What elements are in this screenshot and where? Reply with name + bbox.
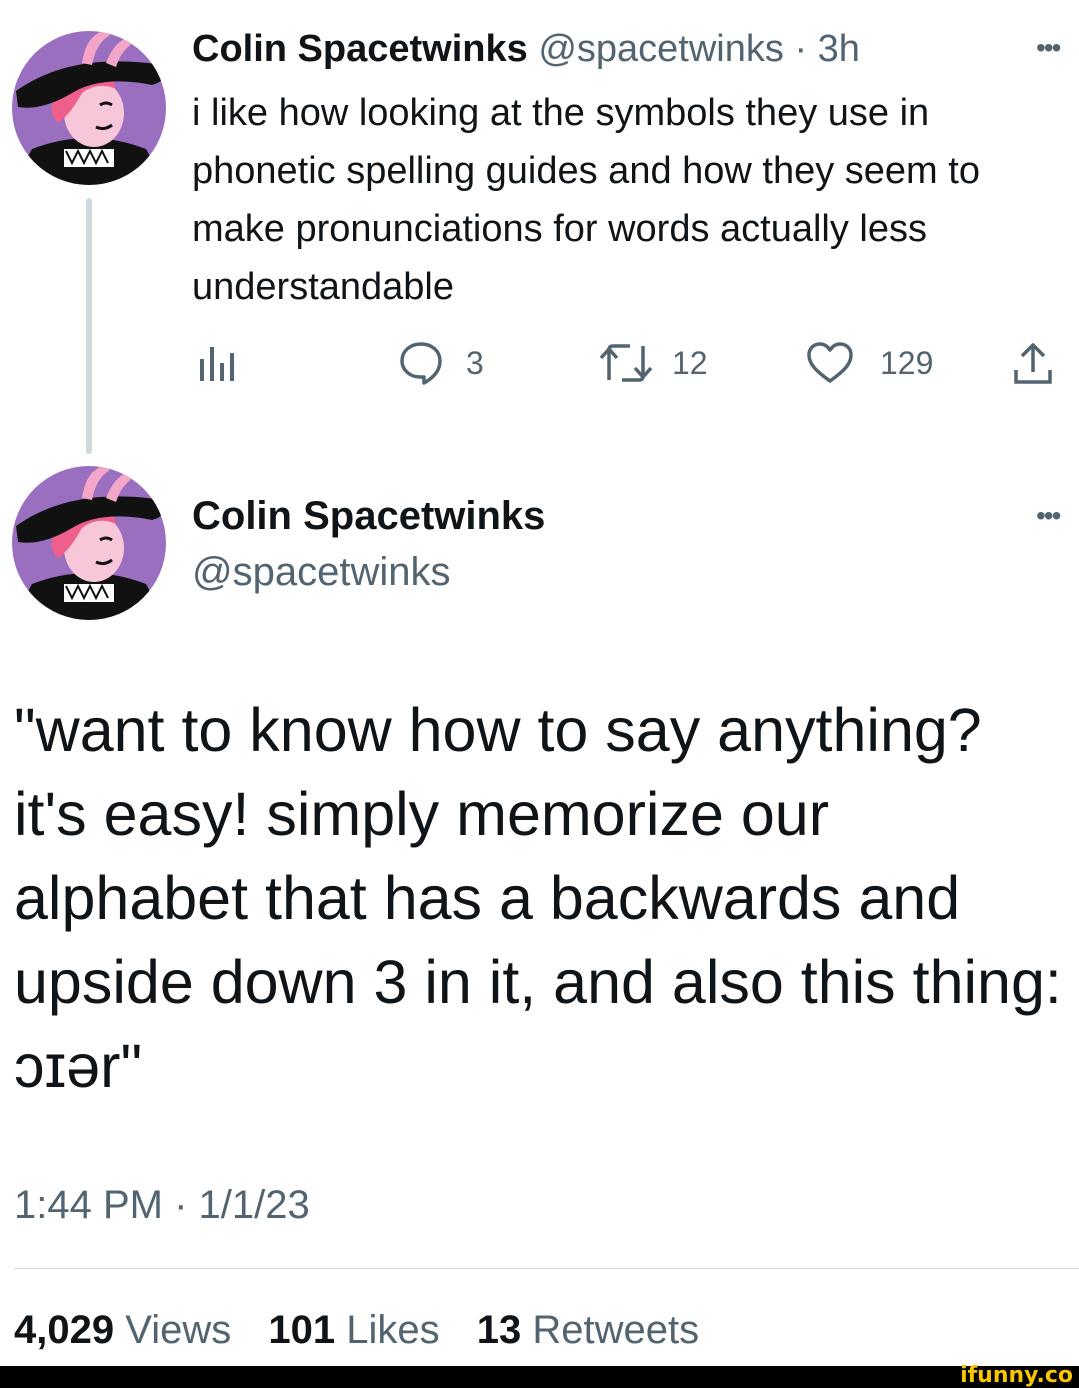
retweets-count[interactable]: 13 [477, 1308, 522, 1352]
tweet2-timestamp[interactable]: 1:44 PM · 1/1/23 [14, 1180, 310, 1230]
retweets-label[interactable]: Retweets [532, 1308, 699, 1352]
analytics-icon [200, 347, 234, 381]
retweet-icon [599, 344, 653, 382]
avatar[interactable] [12, 31, 166, 185]
analytics-button[interactable] [198, 338, 238, 388]
avatar[interactable] [12, 466, 166, 620]
views-count: 4,029 [14, 1308, 115, 1352]
reply-button[interactable]: 3 [398, 338, 484, 388]
tweet1-time[interactable]: 3h [818, 28, 860, 70]
reply-icon [400, 342, 442, 385]
share-icon [1014, 343, 1052, 384]
tweet1-separator: · [794, 28, 808, 70]
reply-count: 3 [466, 344, 484, 381]
like-icon [807, 342, 853, 383]
tweet2-author-name[interactable]: Colin Spacetwinks [192, 491, 545, 541]
more-icon[interactable]: ••• [1036, 34, 1061, 62]
tweet1-author-handle[interactable]: @spacetwinks [538, 28, 784, 70]
tweet2-stats: 4,029 Views 101 Likes 13 Retweets [14, 1305, 725, 1355]
watermark-logo: ifunny.co [960, 1363, 1073, 1388]
like-button[interactable]: 129 [806, 338, 933, 388]
retweet-button[interactable]: 12 [598, 338, 708, 388]
views-label: Views [125, 1308, 232, 1352]
likes-count[interactable]: 101 [268, 1308, 335, 1352]
share-button[interactable] [1012, 338, 1054, 388]
retweet-count: 12 [672, 344, 708, 381]
divider [14, 1268, 1079, 1269]
tweet1-text: i like how looking at the symbols they u… [192, 92, 980, 308]
likes-label[interactable]: Likes [346, 1308, 439, 1352]
more-icon[interactable]: ••• [1036, 502, 1061, 530]
footer-bar [0, 1366, 1079, 1388]
tweet2-author-handle[interactable]: @spacetwinks [192, 547, 450, 597]
like-count: 129 [880, 344, 934, 381]
thread-connector-line [86, 198, 92, 454]
tweet1-header: Colin Spacetwinks @spacetwinks · 3h [192, 24, 860, 74]
tweet1-author-name[interactable]: Colin Spacetwinks [192, 28, 528, 70]
tweet2-text: "want to know how to say anything? it's … [14, 696, 1062, 1100]
